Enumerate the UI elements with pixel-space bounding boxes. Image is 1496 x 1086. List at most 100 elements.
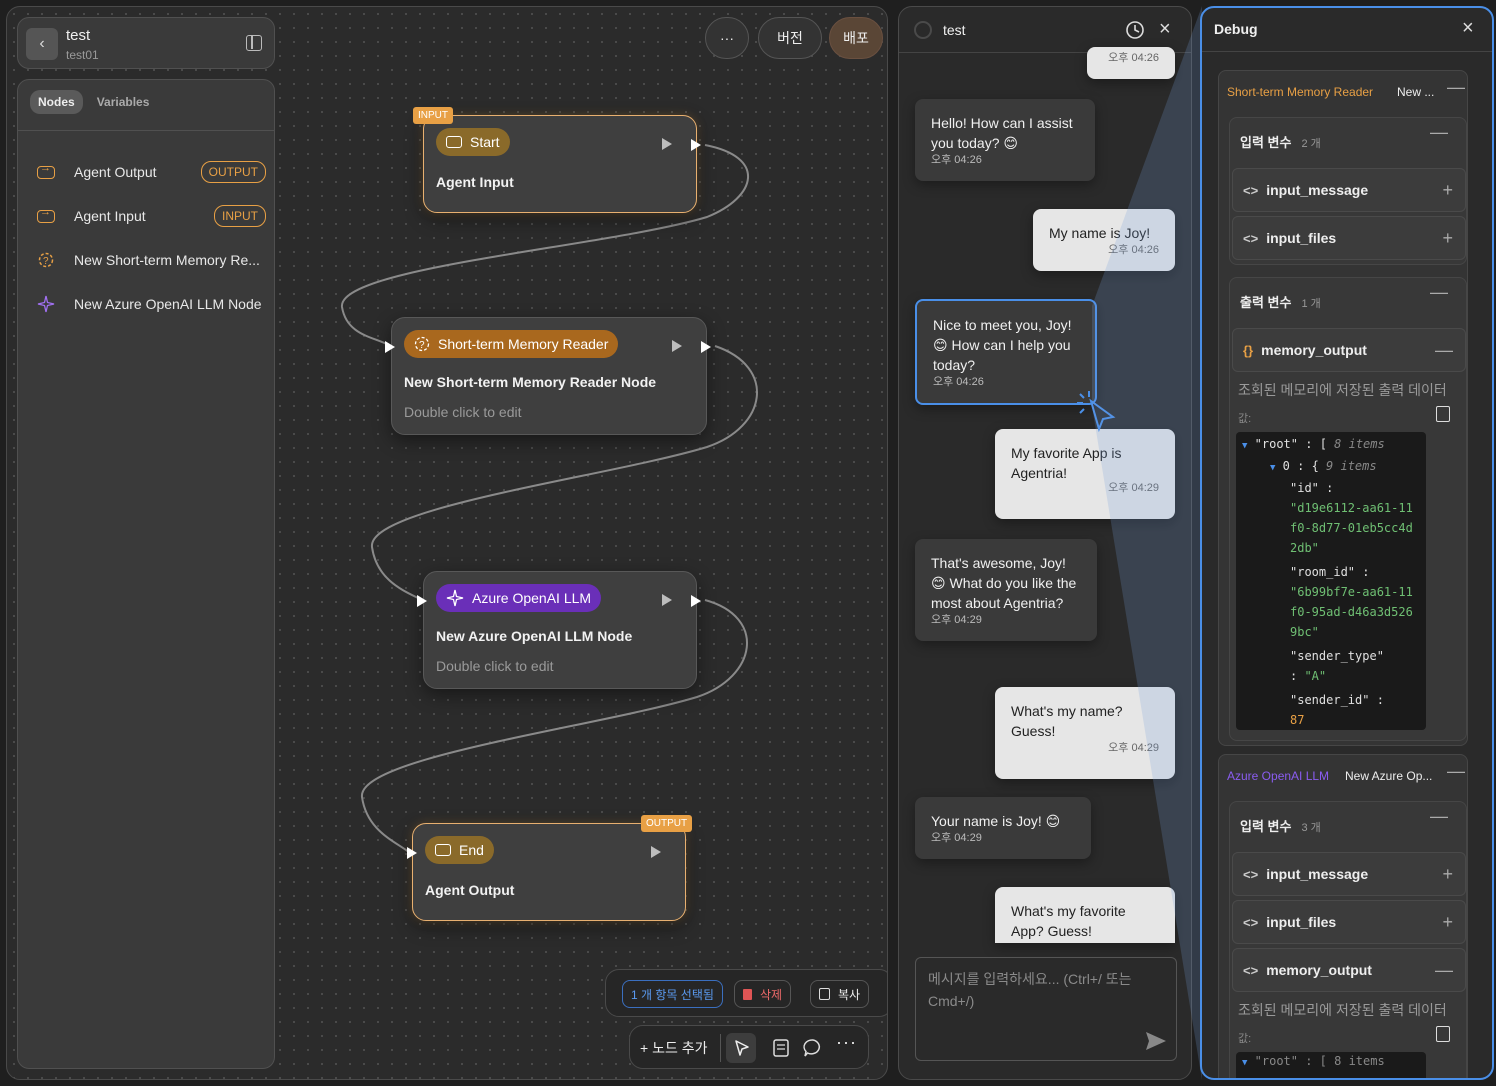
message-bot-selected[interactable]: Nice to meet you, Joy! 😊 How can I help … [915,299,1097,405]
collapse-icon[interactable]: — [1430,122,1448,143]
output-vars-header: 출력 변수 1 개 [1240,295,1321,310]
input-port[interactable] [385,341,395,353]
code-icon: <> [1243,962,1259,978]
caret-down-icon[interactable]: ▼ [1242,1058,1247,1068]
node-title: New Azure OpenAI LLM Node [436,628,633,644]
node-panel-tabs: Nodes Variables [30,90,157,114]
node-list-label: Agent Input [74,208,146,224]
project-title: test [66,27,91,44]
var-row[interactable]: <> input_message + [1232,852,1466,896]
collapse-icon[interactable]: — [1435,340,1453,361]
var-row[interactable]: <> input_message + [1232,168,1466,212]
trash-icon [743,988,752,1000]
value-label: 값: [1238,1033,1252,1045]
var-row[interactable]: <> input_files + [1232,216,1466,260]
caret-down-icon[interactable]: ▼ [1270,463,1275,473]
play-icon[interactable] [662,138,672,150]
output-port[interactable] [691,139,701,151]
play-icon[interactable] [672,340,682,352]
flow-canvas[interactable]: ‹ test test01 Nodes Variables Agent Outp… [6,6,888,1080]
json-viewer: ▼ "root" : [ 8 items [1236,1052,1426,1078]
input-vars-header: 입력 변수 3 개 [1240,819,1321,834]
memory-icon: ? [414,336,430,352]
memory-pill: ? Short-term Memory Reader [404,330,619,358]
node-list-item-agent-output[interactable]: Agent Output OUTPUT [36,160,266,184]
more-icon[interactable]: ··· [836,1032,857,1053]
message-bot: That's awesome, Joy! 😊 What do you like … [915,539,1097,641]
expand-icon[interactable]: + [1442,180,1453,201]
deploy-button[interactable]: 배포 [829,17,883,59]
io-icon [435,844,451,856]
input-port[interactable] [407,847,417,859]
output-port[interactable] [691,595,701,607]
svg-text:?: ? [43,256,49,267]
close-icon[interactable]: × [1462,17,1474,40]
node-type-label: Short-term Memory Reader [1227,85,1374,99]
project-header: ‹ test test01 [17,17,275,69]
var-row[interactable]: <> input_files + [1232,900,1466,944]
llm-node[interactable]: Azure OpenAI LLM New Azure OpenAI LLM No… [423,571,697,689]
message-bot: Hello! How can I assist you today? 😊 오후 … [915,99,1095,181]
output-description: 조회된 메모리에 저장된 출력 데이터 [1238,1002,1447,1018]
input-vars-header: 입력 변수 2 개 [1240,135,1321,150]
node-type-label: Azure OpenAI LLM [1227,769,1330,783]
node-list-label: New Azure OpenAI LLM Node [74,296,262,312]
collapse-icon[interactable]: — [1435,960,1453,981]
back-button[interactable]: ‹ [26,28,58,60]
divider [18,130,274,131]
canvas-toolbar: + 노드 추가 ··· [629,1025,869,1069]
message-bot: Your name is Joy! 😊 오후 04:29 [915,797,1091,859]
pointer-tool[interactable] [726,1033,756,1063]
more-icon: ··· [720,30,734,46]
var-row[interactable]: <> memory_output — [1232,948,1466,992]
divider [720,1034,721,1062]
node-title: Agent Output [425,882,515,898]
copy-button[interactable]: 복사 [810,980,870,1008]
output-port[interactable] [701,341,711,353]
var-row[interactable]: {} memory_output — [1232,328,1466,372]
node-name-label: New ... [1397,85,1435,99]
memory-node[interactable]: ? Short-term Memory Reader New Short-ter… [391,317,707,435]
tab-nodes[interactable]: Nodes [30,90,83,114]
node-title: New Short-term Memory Reader Node [404,374,657,390]
selection-count: 1 개 항목 선택됨 [622,980,723,1008]
collapse-icon[interactable]: — [1447,761,1465,782]
output-vars-card: 출력 변수 1 개 — {} memory_output — 조회된 메모리에 저장된… [1229,277,1467,741]
input-vars-card: 입력 변수 2 개 — <> input_message + <> input_file… [1229,117,1467,265]
memory-icon: ? [38,252,54,268]
end-node[interactable]: End Agent Output [412,823,686,921]
caret-down-icon[interactable]: ▼ [1242,441,1247,451]
project-subtitle: test01 [66,48,99,62]
copy-icon[interactable] [1436,406,1450,422]
value-label: 값: [1238,413,1252,425]
expand-icon[interactable]: + [1442,228,1453,249]
collapse-icon[interactable]: — [1430,806,1448,827]
collapse-icon[interactable]: — [1430,282,1448,303]
expand-icon[interactable]: + [1442,912,1453,933]
node-list-item-llm[interactable]: New Azure OpenAI LLM Node [36,292,266,316]
expand-icon[interactable]: + [1442,864,1453,885]
node-panel: Nodes Variables Agent Output OUTPUT Agen… [17,79,275,1069]
sidebar-toggle-icon[interactable] [246,35,262,51]
comment-tool[interactable] [798,1033,828,1063]
add-node-button[interactable]: + 노드 추가 [640,1038,707,1058]
delete-button[interactable]: 삭제 [734,980,792,1008]
io-icon [37,162,55,179]
version-button[interactable]: 버전 [758,17,822,59]
play-icon[interactable] [662,594,672,606]
play-icon[interactable] [651,846,661,858]
bot-avatar-icon [914,21,932,39]
tab-variables[interactable]: Variables [89,90,158,114]
note-tool[interactable] [766,1033,796,1063]
node-list-item-memory[interactable]: ? New Short-term Memory Re... [36,248,266,272]
start-node[interactable]: Start Agent Input [423,115,697,213]
code-icon: <> [1243,866,1259,882]
chat-bubble-icon [803,1039,821,1057]
node-list-item-agent-input[interactable]: Agent Input INPUT [36,204,266,228]
copy-icon[interactable] [1436,1026,1450,1042]
input-badge: INPUT [214,205,266,227]
input-port[interactable] [417,595,427,607]
more-button[interactable]: ··· [705,17,749,59]
collapse-icon[interactable]: — [1447,77,1465,98]
output-description: 조회된 메모리에 저장된 출력 데이터 [1238,382,1447,398]
